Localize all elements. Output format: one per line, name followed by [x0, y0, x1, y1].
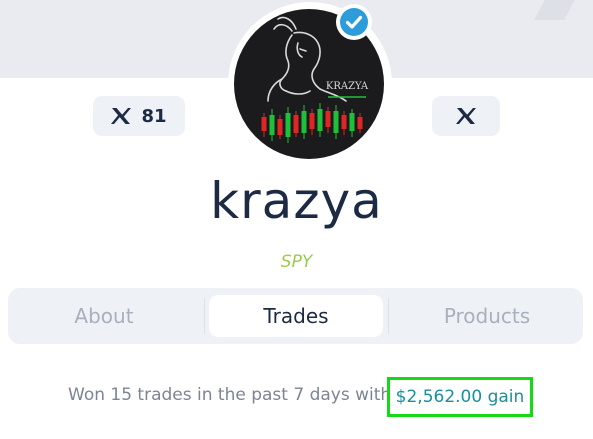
tab-divider [204, 298, 205, 334]
trade-summary-text: Won 15 trades in the past 7 days with [68, 385, 392, 405]
profile-ticker: SPY [0, 252, 593, 272]
profile-tabs: About Trades Products [8, 288, 583, 344]
x-followers-chip[interactable]: 81 [93, 96, 185, 136]
verified-check-icon [340, 8, 368, 36]
profile-username: krazya [210, 172, 383, 230]
gain-highlight: $2,562.00 gain [387, 377, 533, 417]
tab-about[interactable]: About [8, 288, 200, 344]
avatar-brand-text: KRAZYA [326, 81, 369, 92]
x-logo-icon [456, 108, 476, 124]
x-profile-link-chip[interactable] [432, 96, 500, 136]
tab-products[interactable]: Products [391, 288, 583, 344]
tab-trades[interactable]: Trades [209, 295, 383, 337]
tab-divider [388, 298, 389, 334]
x-followers-count: 81 [141, 105, 167, 127]
verified-badge [336, 4, 372, 40]
banner-decoration [534, 0, 578, 20]
x-logo-icon [111, 108, 132, 124]
gain-amount: $2,562.00 gain [395, 387, 525, 407]
